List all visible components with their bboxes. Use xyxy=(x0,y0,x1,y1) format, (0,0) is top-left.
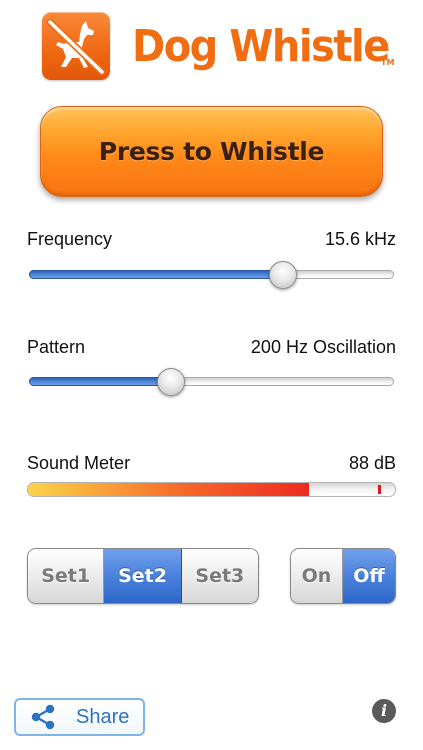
frequency-slider[interactable] xyxy=(29,261,394,289)
set-selector: Set1 Set2 Set3 xyxy=(27,548,259,604)
power-toggle: On Off xyxy=(290,548,396,604)
sound-meter-label: Sound Meter xyxy=(27,453,131,473)
frequency-slider-fill xyxy=(29,270,283,279)
info-icon: i xyxy=(380,701,388,720)
sound-meter-bar xyxy=(27,482,396,497)
no-dog-icon xyxy=(46,18,106,76)
sound-meter-peak-marker xyxy=(378,485,381,494)
trademark-mark: TM xyxy=(381,58,395,67)
pattern-slider-thumb[interactable] xyxy=(157,368,185,396)
press-to-whistle-button[interactable]: Press to Whistle xyxy=(40,106,383,197)
share-button[interactable]: Share xyxy=(14,698,145,736)
info-button[interactable]: i xyxy=(372,699,396,723)
pattern-slider-fill xyxy=(29,377,171,386)
share-icon xyxy=(31,704,55,730)
set2-segment[interactable]: Set2 xyxy=(104,549,182,603)
on-segment[interactable]: On xyxy=(291,549,344,603)
sound-meter-fill xyxy=(28,483,309,496)
app-title: Dog Whistle xyxy=(132,22,390,72)
press-to-whistle-label: Press to Whistle xyxy=(98,137,325,166)
frequency-value: 15.6 kHz xyxy=(324,229,396,249)
share-label: Share xyxy=(76,705,130,728)
set3-segment[interactable]: Set3 xyxy=(181,549,258,603)
sound-meter-value: 88 dB xyxy=(348,453,396,473)
pattern-label: Pattern xyxy=(27,337,86,357)
set1-segment[interactable]: Set1 xyxy=(28,549,105,603)
pattern-value: 200 Hz Oscillation xyxy=(250,337,396,357)
pattern-slider[interactable] xyxy=(29,368,394,396)
frequency-label: Frequency xyxy=(27,229,113,249)
frequency-slider-thumb[interactable] xyxy=(269,261,297,289)
off-segment[interactable]: Off xyxy=(343,549,395,603)
app-logo xyxy=(42,12,110,80)
